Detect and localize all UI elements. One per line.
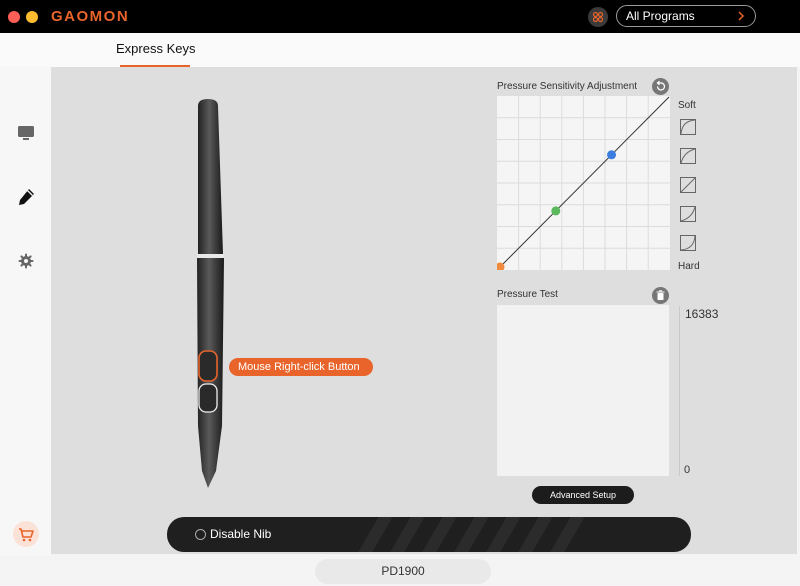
curve-preset-1[interactable] (680, 119, 696, 135)
program-select-value: All Programs (626, 9, 695, 23)
callout-label: Mouse Right-click Button (238, 361, 360, 373)
hard-label: Hard (678, 261, 700, 272)
title-bar: GAOMON All Programs (0, 0, 800, 33)
soft-label: Soft (678, 100, 696, 111)
pen-button-lower[interactable] (198, 383, 218, 413)
close-window-button[interactable] (8, 11, 20, 23)
monitor-icon[interactable] (15, 122, 37, 144)
clear-test-button[interactable] (652, 287, 669, 304)
decor-stripe (349, 517, 399, 552)
disable-nib-label[interactable]: Disable Nib (210, 527, 271, 541)
tab-bar: Express Keys (0, 33, 800, 67)
curve-control-point-3[interactable] (607, 150, 617, 160)
curve-preset-icon (680, 235, 696, 251)
trash-icon (656, 290, 665, 300)
curve-preset-2[interactable] (680, 148, 696, 164)
disable-nib-radio[interactable] (195, 529, 206, 540)
pen-button-upper[interactable] (198, 350, 218, 382)
curve-preset-5[interactable] (680, 235, 696, 251)
pressure-curve-graph[interactable] (495, 96, 670, 272)
tab-label: Express Keys (116, 41, 196, 56)
sidebar (0, 67, 51, 556)
chevron-right-icon (738, 11, 745, 21)
pressure-min-value: 0 (684, 464, 691, 476)
gear-icon[interactable] (15, 250, 37, 272)
cart-icon (19, 528, 34, 542)
curve-preset-3[interactable] (680, 177, 696, 193)
pressure-test-title: Pressure Test (497, 289, 558, 300)
advanced-setup-button[interactable]: Advanced Setup (532, 486, 634, 504)
curve-preset-icon (680, 148, 696, 164)
mouse-right-click-callout[interactable]: Mouse Right-click Button (229, 358, 373, 376)
curve-preset-icon (680, 177, 696, 193)
pressure-test-area[interactable] (497, 305, 669, 476)
curve-control-point-2[interactable] (551, 206, 561, 216)
curve-preset-4[interactable] (680, 206, 696, 222)
undo-icon (656, 80, 666, 91)
device-selector[interactable]: PD1900 (315, 559, 491, 584)
pressure-adjustment-title: Pressure Sensitivity Adjustment (497, 81, 638, 92)
minimize-window-button[interactable] (26, 11, 38, 23)
pressure-max-value: 16383 (685, 307, 719, 321)
pressure-scale (679, 306, 680, 476)
pressure-curve-chart (495, 96, 670, 272)
program-select[interactable]: All Programs (616, 5, 756, 27)
cart-button[interactable] (13, 521, 39, 547)
nib-options-bar: Disable Nib (167, 517, 691, 552)
curve-preset-icon (680, 119, 696, 135)
app-badge-icon[interactable] (588, 7, 608, 27)
pen-icon[interactable] (15, 186, 37, 208)
curve-preset-icon (680, 206, 696, 222)
stylus-illustration (197, 99, 224, 488)
reset-curve-button[interactable] (652, 78, 669, 95)
tab-express-keys[interactable]: Express Keys (116, 33, 195, 67)
brand-logo: GAOMON (51, 8, 130, 25)
